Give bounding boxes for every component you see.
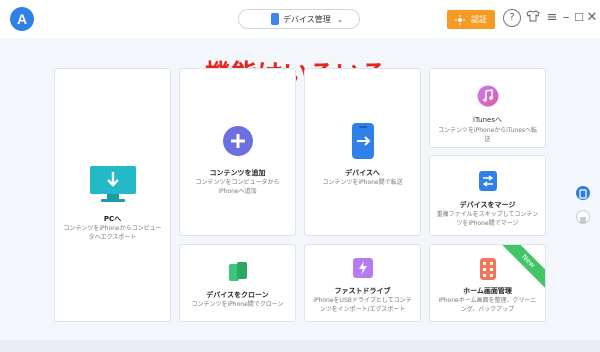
- plus-circle-icon: [223, 126, 253, 156]
- card-add-desc: コンテンツをコンピュータからiPhoneへ追加: [195, 179, 280, 195]
- more-shortcut-icon[interactable]: [576, 210, 590, 224]
- device-shortcut-icon[interactable]: [576, 186, 590, 200]
- title-bar: A デバイス管理 ⌄ 認証 ? ≡ – ☐ ✕: [0, 0, 600, 38]
- chevron-down-icon: ⌄: [336, 14, 344, 24]
- card-device-desc: コンテンツをiPhone間で転送: [322, 179, 403, 186]
- card-drive-desc: iPhoneをUSBドライブとしてコンテンツをインポート/エクスポート: [313, 297, 412, 313]
- phone-transfer-icon: [352, 123, 374, 159]
- home-screen-icon: [480, 258, 496, 280]
- device-selector-label: デバイス管理: [283, 14, 331, 24]
- card-pc-title: PCへ: [103, 215, 122, 223]
- card-itunes-desc: コンテンツをiPhoneからiTunesへ転送: [437, 127, 538, 143]
- card-to-device[interactable]: デバイスへ コンテンツをiPhone間で転送: [304, 68, 421, 236]
- card-merge[interactable]: デバイスをマージ 重複ファイルをスキップしてコンテンツをiPhone間でマージ: [429, 155, 546, 236]
- card-pc-desc: コンテンツをiPhoneからコンピュータへエクスポート: [63, 225, 162, 241]
- merge-icon: [479, 171, 497, 191]
- card-itunes[interactable]: iTunesへ コンテンツをiPhoneからiTunesへ転送: [429, 68, 546, 148]
- card-fast-drive[interactable]: ファストドライブ iPhoneをUSBドライブとしてコンテンツをインポート/エク…: [304, 244, 421, 322]
- auth-button[interactable]: 認証: [447, 10, 495, 29]
- device-selector[interactable]: デバイス管理 ⌄: [238, 9, 360, 29]
- auth-label: 認証: [471, 15, 487, 24]
- card-clone-title: デバイスをクローン: [206, 291, 269, 299]
- phone-icon: [271, 13, 279, 25]
- skin-icon[interactable]: [524, 9, 542, 27]
- card-home-screen[interactable]: New ホーム画面管理 iPhoneホーム画面を整理、クリーニング、バックアップ: [429, 244, 546, 322]
- card-add-title: コンテンツを追加: [209, 169, 266, 177]
- card-merge-title: デバイスをマージ: [459, 201, 516, 209]
- monitor-icon: [90, 166, 136, 202]
- card-clone-desc: コンテンツをiPhone間でクローン: [191, 301, 284, 308]
- music-note-icon: [477, 85, 499, 107]
- card-itunes-title: iTunesへ: [473, 116, 502, 124]
- new-badge: New: [498, 245, 545, 291]
- app-logo-icon: A: [10, 7, 34, 31]
- close-icon[interactable]: ✕: [583, 9, 600, 27]
- card-device-title: デバイスへ: [345, 169, 380, 177]
- card-home-desc: iPhoneホーム画面を整理、クリーニング、バックアップ: [438, 297, 537, 313]
- sun-icon: [455, 14, 465, 25]
- card-merge-desc: 重複ファイルをスキップしてコンテンツをiPhone間でマージ: [436, 211, 539, 227]
- card-pc[interactable]: PCへ コンテンツをiPhoneからコンピュータへエクスポート: [54, 68, 171, 322]
- card-add-content[interactable]: コンテンツを追加 コンテンツをコンピュータからiPhoneへ追加: [179, 68, 296, 236]
- card-home-title: ホーム画面管理: [463, 287, 512, 295]
- card-clone[interactable]: デバイスをクローン コンテンツをiPhone間でクローン: [179, 244, 296, 322]
- bottom-strip: [0, 340, 600, 352]
- clone-icon: [229, 262, 247, 281]
- card-drive-title: ファストドライブ: [334, 287, 391, 295]
- help-icon[interactable]: ?: [503, 9, 521, 27]
- drive-icon: [353, 258, 373, 278]
